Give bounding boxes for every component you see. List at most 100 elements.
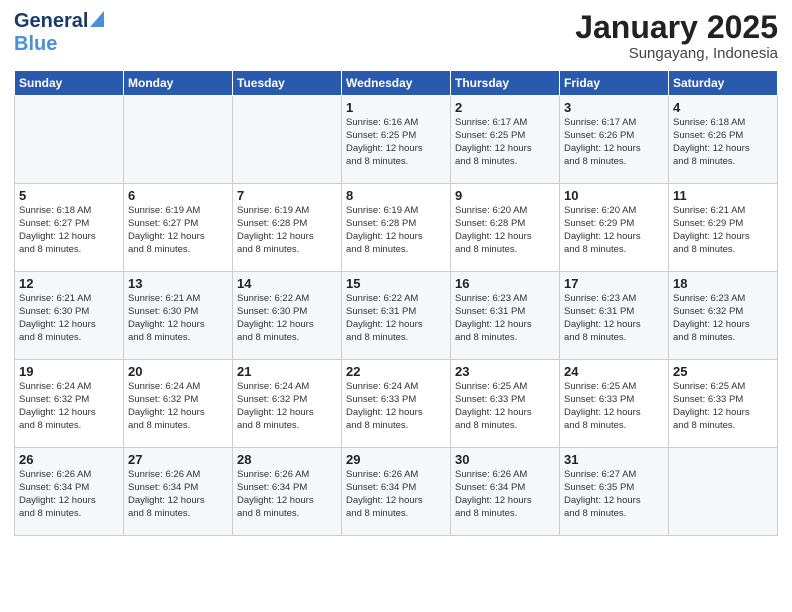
day-info: Sunrise: 6:22 AMSunset: 6:31 PMDaylight:… <box>346 293 446 344</box>
day-info: Sunrise: 6:26 AMSunset: 6:34 PMDaylight:… <box>455 469 555 520</box>
table-row: 4 Sunrise: 6:18 AMSunset: 6:26 PMDaylight… <box>669 96 778 184</box>
day-info: Sunrise: 6:19 AMSunset: 6:28 PMDaylight:… <box>346 205 446 256</box>
table-row: 13 Sunrise: 6:21 AMSunset: 6:30 PMDayligh… <box>124 272 233 360</box>
logo-line2: Blue <box>14 33 57 56</box>
day-info: Sunrise: 6:26 AMSunset: 6:34 PMDaylight:… <box>19 469 119 520</box>
day-number: 4 <box>673 100 773 115</box>
table-row: 17 Sunrise: 6:23 AMSunset: 6:31 PMDayligh… <box>560 272 669 360</box>
location: Sungayang, Indonesia <box>575 45 778 62</box>
day-number: 28 <box>237 452 337 467</box>
table-row: 5 Sunrise: 6:18 AMSunset: 6:27 PMDaylight… <box>15 184 124 272</box>
day-number: 24 <box>564 364 664 379</box>
logo-triangle-icon <box>90 11 104 32</box>
day-number: 29 <box>346 452 446 467</box>
logo-blue: Blue <box>14 33 57 55</box>
table-row: 7 Sunrise: 6:19 AMSunset: 6:28 PMDaylight… <box>233 184 342 272</box>
table-row: 3 Sunrise: 6:17 AMSunset: 6:26 PMDaylight… <box>560 96 669 184</box>
table-row: 2Sunrise: 6:17 AMSunset: 6:25 PMDaylight… <box>451 96 560 184</box>
day-number: 21 <box>237 364 337 379</box>
table-row: 30 Sunrise: 6:26 AMSunset: 6:34 PMDayligh… <box>451 448 560 536</box>
month-title: January 2025 <box>575 10 778 45</box>
day-number: 5 <box>19 188 119 203</box>
day-info: Sunrise: 6:16 AMSunset: 6:25 PMDaylight:… <box>346 117 446 168</box>
day-number: 13 <box>128 276 228 291</box>
table-row: 24 Sunrise: 6:25 AMSunset: 6:33 PMDayligh… <box>560 360 669 448</box>
calendar-table: Sunday Monday Tuesday Wednesday Thursday… <box>14 70 778 536</box>
day-info: Sunrise: 6:24 AMSunset: 6:33 PMDaylight:… <box>346 381 446 432</box>
day-info: Sunrise: 6:19 AMSunset: 6:28 PMDaylight:… <box>237 205 337 256</box>
day-info: Sunrise: 6:21 AMSunset: 6:30 PMDaylight:… <box>128 293 228 344</box>
table-row: 31 Sunrise: 6:27 AMSunset: 6:35 PMDayligh… <box>560 448 669 536</box>
day-info: Sunrise: 6:26 AMSunset: 6:34 PMDaylight:… <box>346 469 446 520</box>
day-info: Sunrise: 6:19 AMSunset: 6:27 PMDaylight:… <box>128 205 228 256</box>
day-number: 18 <box>673 276 773 291</box>
day-info: Sunrise: 6:21 AMSunset: 6:29 PMDaylight:… <box>673 205 773 256</box>
table-row: 11Sunrise: 6:21 AMSunset: 6:29 PMDayligh… <box>669 184 778 272</box>
day-number: 8 <box>346 188 446 203</box>
day-info: Sunrise: 6:21 AMSunset: 6:30 PMDaylight:… <box>19 293 119 344</box>
table-row: 6Sunrise: 6:19 AMSunset: 6:27 PMDaylight… <box>124 184 233 272</box>
day-info: Sunrise: 6:26 AMSunset: 6:34 PMDaylight:… <box>128 469 228 520</box>
day-info: Sunrise: 6:25 AMSunset: 6:33 PMDaylight:… <box>673 381 773 432</box>
header-monday: Monday <box>124 71 233 96</box>
header-tuesday: Tuesday <box>233 71 342 96</box>
table-row: 9Sunrise: 6:20 AMSunset: 6:28 PMDaylight… <box>451 184 560 272</box>
table-row: 14Sunrise: 6:22 AMSunset: 6:30 PMDayligh… <box>233 272 342 360</box>
logo-line1: General <box>14 10 104 33</box>
day-info: Sunrise: 6:18 AMSunset: 6:26 PMDaylight:… <box>673 117 773 168</box>
day-number: 16 <box>455 276 555 291</box>
day-info: Sunrise: 6:17 AMSunset: 6:25 PMDaylight:… <box>455 117 555 168</box>
calendar-week-row: 26 Sunrise: 6:26 AMSunset: 6:34 PMDayligh… <box>15 448 778 536</box>
table-row: 20Sunrise: 6:24 AMSunset: 6:32 PMDayligh… <box>124 360 233 448</box>
table-row <box>124 96 233 184</box>
header-saturday: Saturday <box>669 71 778 96</box>
table-row: 19Sunrise: 6:24 AMSunset: 6:32 PMDayligh… <box>15 360 124 448</box>
header-friday: Friday <box>560 71 669 96</box>
day-number: 17 <box>564 276 664 291</box>
table-row: 28Sunrise: 6:26 AMSunset: 6:34 PMDayligh… <box>233 448 342 536</box>
day-number: 30 <box>455 452 555 467</box>
calendar-week-row: 12 Sunrise: 6:21 AMSunset: 6:30 PMDayligh… <box>15 272 778 360</box>
day-number: 10 <box>564 188 664 203</box>
day-number: 31 <box>564 452 664 467</box>
day-info: Sunrise: 6:20 AMSunset: 6:28 PMDaylight:… <box>455 205 555 256</box>
table-row: 10Sunrise: 6:20 AMSunset: 6:29 PMDayligh… <box>560 184 669 272</box>
table-row: 25 Sunrise: 6:25 AMSunset: 6:33 PMDayligh… <box>669 360 778 448</box>
day-info: Sunrise: 6:18 AMSunset: 6:27 PMDaylight:… <box>19 205 119 256</box>
day-number: 25 <box>673 364 773 379</box>
table-row: 21 Sunrise: 6:24 AMSunset: 6:32 PMDayligh… <box>233 360 342 448</box>
day-info: Sunrise: 6:25 AMSunset: 6:33 PMDaylight:… <box>564 381 664 432</box>
day-number: 12 <box>19 276 119 291</box>
calendar-header-row: Sunday Monday Tuesday Wednesday Thursday… <box>15 71 778 96</box>
table-row: 23Sunrise: 6:25 AMSunset: 6:33 PMDayligh… <box>451 360 560 448</box>
table-row <box>669 448 778 536</box>
day-number: 26 <box>19 452 119 467</box>
day-info: Sunrise: 6:23 AMSunset: 6:31 PMDaylight:… <box>564 293 664 344</box>
table-row: 18 Sunrise: 6:23 AMSunset: 6:32 PMDayligh… <box>669 272 778 360</box>
day-info: Sunrise: 6:17 AMSunset: 6:26 PMDaylight:… <box>564 117 664 168</box>
calendar-week-row: 1Sunrise: 6:16 AMSunset: 6:25 PMDaylight… <box>15 96 778 184</box>
day-number: 15 <box>346 276 446 291</box>
day-info: Sunrise: 6:24 AMSunset: 6:32 PMDaylight:… <box>237 381 337 432</box>
header-wednesday: Wednesday <box>342 71 451 96</box>
table-row <box>233 96 342 184</box>
day-number: 20 <box>128 364 228 379</box>
day-info: Sunrise: 6:22 AMSunset: 6:30 PMDaylight:… <box>237 293 337 344</box>
day-info: Sunrise: 6:23 AMSunset: 6:32 PMDaylight:… <box>673 293 773 344</box>
day-info: Sunrise: 6:27 AMSunset: 6:35 PMDaylight:… <box>564 469 664 520</box>
header-thursday: Thursday <box>451 71 560 96</box>
day-number: 22 <box>346 364 446 379</box>
table-row: 1Sunrise: 6:16 AMSunset: 6:25 PMDaylight… <box>342 96 451 184</box>
table-row: 15 Sunrise: 6:22 AMSunset: 6:31 PMDayligh… <box>342 272 451 360</box>
day-info: Sunrise: 6:24 AMSunset: 6:32 PMDaylight:… <box>19 381 119 432</box>
page-container: General Blue January 2025 Sungayang, Ind… <box>0 0 792 612</box>
title-block: January 2025 Sungayang, Indonesia <box>575 10 778 62</box>
day-number: 7 <box>237 188 337 203</box>
table-row: 8 Sunrise: 6:19 AMSunset: 6:28 PMDaylight… <box>342 184 451 272</box>
header-sunday: Sunday <box>15 71 124 96</box>
logo: General Blue <box>14 10 104 56</box>
day-number: 23 <box>455 364 555 379</box>
table-row: 29 Sunrise: 6:26 AMSunset: 6:34 PMDayligh… <box>342 448 451 536</box>
header: General Blue January 2025 Sungayang, Ind… <box>14 10 778 62</box>
day-number: 3 <box>564 100 664 115</box>
